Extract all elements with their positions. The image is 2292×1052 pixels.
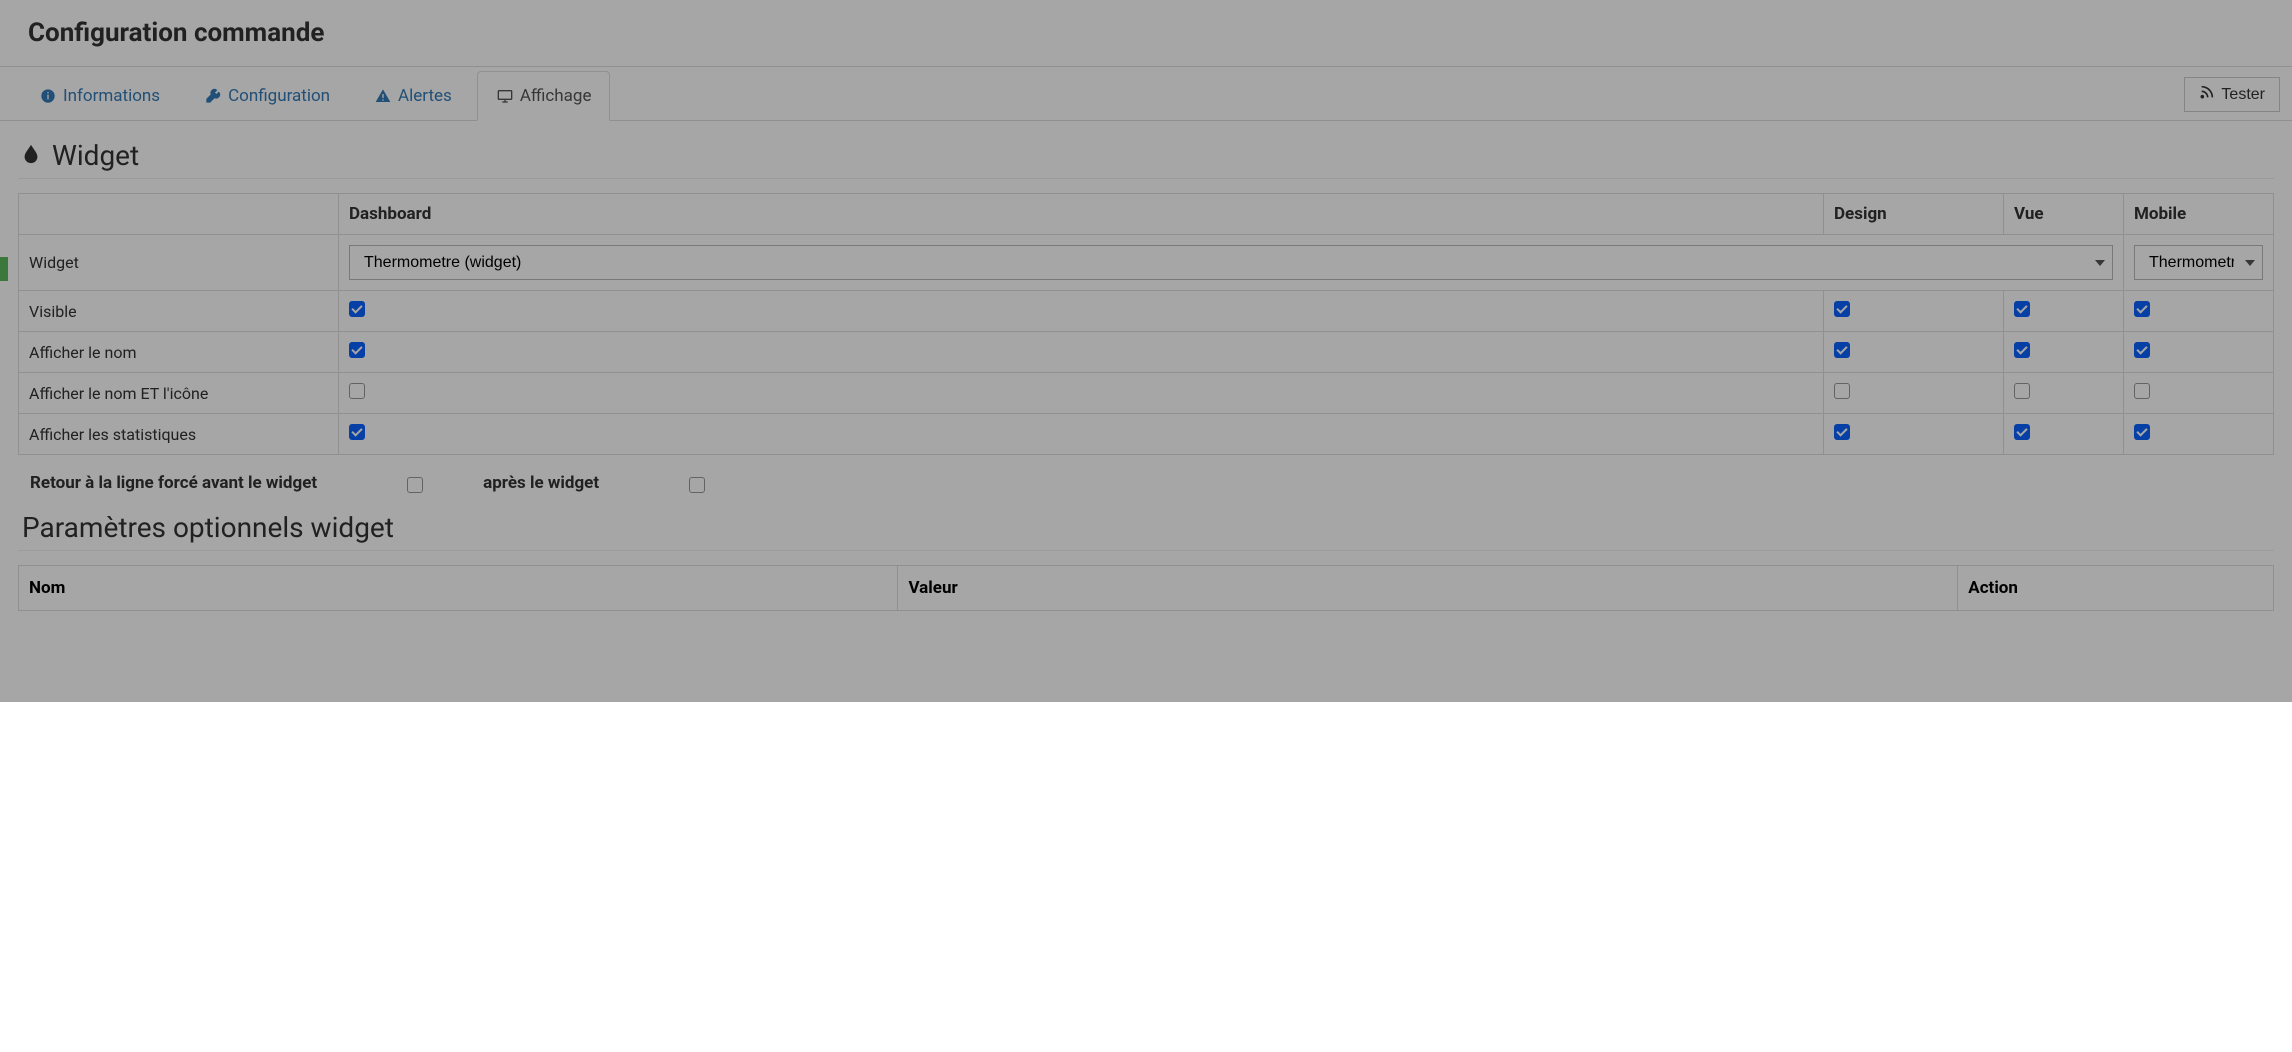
col-blank (19, 194, 339, 235)
shownameicon-dashboard-checkbox[interactable] (349, 383, 365, 399)
dashboard-widget-select-wrap: Thermometre (widget) (349, 245, 2113, 280)
info-icon (39, 87, 57, 105)
showstats-design-checkbox[interactable] (1834, 424, 1850, 440)
showname-mobile-checkbox[interactable] (2134, 342, 2150, 358)
shownameicon-vue-checkbox[interactable] (2014, 383, 2030, 399)
force-before-label: Retour à la ligne forcé avant le widget (30, 473, 317, 493)
tab-label: Informations (63, 86, 160, 106)
table-row-widget: Widget Thermometre (widget) ThermometreM… (19, 235, 2274, 291)
side-sliver (0, 257, 8, 281)
row-label: Afficher le nom (19, 332, 339, 373)
showname-vue-checkbox[interactable] (2014, 342, 2030, 358)
tab-configuration[interactable]: Configuration (185, 71, 349, 120)
table-row-show-stats: Afficher les statistiques (19, 414, 2274, 455)
visible-mobile-checkbox[interactable] (2134, 301, 2150, 317)
tab-label: Alertes (398, 86, 452, 106)
dashboard-widget-select[interactable]: Thermometre (widget) (349, 245, 2113, 280)
col-vue: Vue (2004, 194, 2124, 235)
droplet-icon (20, 139, 42, 172)
table-row-show-name: Afficher le nom (19, 332, 2274, 373)
row-label: Afficher le nom ET l'icône (19, 373, 339, 414)
content-area: Widget Dashboard Design Vue Mobile Widge… (0, 121, 2292, 611)
shownameicon-design-checkbox[interactable] (1834, 383, 1850, 399)
rss-icon (2199, 84, 2215, 105)
widget-title-text: Widget (52, 139, 139, 172)
showstats-mobile-checkbox[interactable] (2134, 424, 2150, 440)
col-mobile: Mobile (2124, 194, 2274, 235)
force-after-label: après le widget (483, 473, 599, 493)
table-row-show-name-icon: Afficher le nom ET l'icône (19, 373, 2274, 414)
shownameicon-mobile-checkbox[interactable] (2134, 383, 2150, 399)
params-table: Nom Valeur Action (18, 565, 2274, 611)
showname-design-checkbox[interactable] (1834, 342, 1850, 358)
params-section-title: Paramètres optionnels widget (18, 497, 2274, 551)
col-nom: Nom (19, 566, 898, 611)
tab-label: Affichage (520, 86, 592, 106)
warning-icon (374, 87, 392, 105)
wrench-icon (204, 87, 222, 105)
row-label: Visible (19, 291, 339, 332)
col-design: Design (1824, 194, 2004, 235)
showstats-vue-checkbox[interactable] (2014, 424, 2030, 440)
force-after-checkbox[interactable] (689, 477, 705, 493)
widget-table: Dashboard Design Vue Mobile Widget Therm… (18, 193, 2274, 455)
visible-dashboard-checkbox[interactable] (349, 301, 365, 317)
row-label: Afficher les statistiques (19, 414, 339, 455)
col-dashboard: Dashboard (339, 194, 1824, 235)
tester-button[interactable]: Tester (2184, 77, 2280, 112)
monitor-icon (496, 87, 514, 105)
widget-section-title: Widget (18, 131, 2274, 179)
tab-bar: Informations Configuration Alertes Affic… (0, 71, 2292, 121)
page-title: Configuration commande (28, 18, 2264, 48)
showstats-dashboard-checkbox[interactable] (349, 424, 365, 440)
force-linebreak-row: Retour à la ligne forcé avant le widget … (18, 455, 2274, 497)
tab-alertes[interactable]: Alertes (355, 71, 471, 120)
row-label: Widget (19, 235, 339, 291)
force-before-checkbox[interactable] (407, 477, 423, 493)
showname-dashboard-checkbox[interactable] (349, 342, 365, 358)
page-root: Configuration commande Informations Conf… (0, 0, 2292, 702)
mobile-widget-select-wrap: ThermometreMini (widget) (2134, 245, 2263, 280)
table-row-visible: Visible (19, 291, 2274, 332)
col-action: Action (1958, 566, 2274, 611)
tab-informations[interactable]: Informations (20, 71, 179, 120)
tab-label: Configuration (228, 86, 330, 106)
visible-vue-checkbox[interactable] (2014, 301, 2030, 317)
page-header: Configuration commande (0, 0, 2292, 67)
col-valeur: Valeur (898, 566, 1958, 611)
mobile-widget-select[interactable]: ThermometreMini (widget) (2134, 245, 2263, 280)
visible-design-checkbox[interactable] (1834, 301, 1850, 317)
tab-affichage[interactable]: Affichage (477, 71, 611, 121)
tester-label: Tester (2221, 86, 2265, 104)
